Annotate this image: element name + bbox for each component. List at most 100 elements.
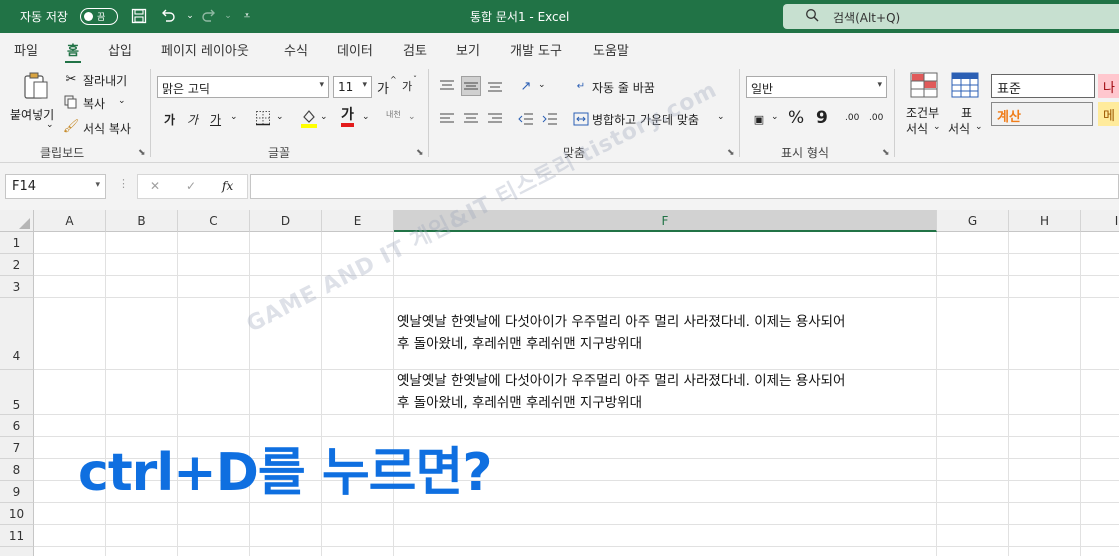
select-all-corner[interactable] (0, 210, 34, 232)
row-header-3[interactable]: 3 (0, 276, 34, 298)
column-header-g[interactable]: G (937, 210, 1009, 232)
copy-dropdown-icon[interactable]: ⌄ (118, 96, 126, 106)
align-right-icon[interactable] (485, 109, 505, 129)
align-left-icon[interactable] (437, 109, 457, 129)
italic-button[interactable]: 가 (187, 111, 198, 128)
phonetic-dropdown-icon[interactable]: ⌄ (408, 112, 416, 122)
insert-function-icon[interactable]: fx (222, 179, 233, 193)
underline-dropdown-icon[interactable]: ⌄ (230, 112, 238, 122)
redo-icon[interactable] (199, 6, 219, 26)
merge-dropdown-icon[interactable]: ⌄ (717, 112, 725, 122)
customize-toolbar-icon[interactable]: ⩡ (237, 6, 257, 26)
cut-label[interactable]: 잘라내기 (83, 72, 127, 89)
row-header-8[interactable]: 8 (0, 459, 34, 481)
increase-indent-icon[interactable] (540, 109, 560, 129)
tab-data[interactable]: 데이터 (337, 40, 373, 59)
column-header-a[interactable]: A (34, 210, 106, 232)
row-header-7[interactable]: 7 (0, 437, 34, 459)
font-color-button[interactable]: 가 (341, 107, 354, 127)
tab-view[interactable]: 보기 (456, 40, 480, 59)
undo-icon[interactable] (158, 6, 178, 26)
fill-color-dropdown-icon[interactable]: ⌄ (320, 112, 328, 122)
grow-font-button[interactable]: 가 (377, 78, 389, 97)
format-painter-label[interactable]: 서식 복사 (83, 120, 131, 137)
cell-f4[interactable]: 옛날옛날 한옛날에 다섯아이가 우주멀리 아주 멀리 사라졌다네. 이제는 용사… (397, 311, 937, 355)
conditional-format-label-2[interactable]: 서식 (906, 120, 928, 137)
conditional-format-label-1[interactable]: 조건부 (906, 104, 939, 121)
tab-page-layout[interactable]: 페이지 레이아웃 (161, 40, 249, 59)
align-middle-icon[interactable] (461, 76, 481, 96)
font-size-select[interactable]: 11 ▾ (333, 76, 372, 98)
enter-icon[interactable]: ✓ (186, 179, 196, 193)
formula-input[interactable] (250, 174, 1119, 199)
tab-insert[interactable]: 삽입 (108, 40, 132, 59)
accounting-dropdown-icon[interactable]: ⌄ (771, 112, 779, 122)
paste-dropdown-icon[interactable]: ⌄ (46, 120, 54, 130)
style-calculation[interactable]: 계산 (991, 102, 1093, 126)
column-header-c[interactable]: C (178, 210, 250, 232)
align-bottom-icon[interactable] (485, 76, 505, 96)
tab-review[interactable]: 검토 (403, 40, 427, 59)
cell-f5[interactable]: 옛날옛날 한옛날에 다섯아이가 우주멀리 아주 멀리 사라졌다네. 이제는 용사… (397, 370, 937, 414)
comma-button[interactable]: 9 (816, 108, 828, 128)
font-color-dropdown-icon[interactable]: ⌄ (362, 112, 370, 122)
wrap-text-icon[interactable]: ↵ (571, 76, 591, 96)
tab-developer[interactable]: 개발 도구 (510, 40, 562, 59)
format-painter-icon[interactable]: 🖌 (63, 118, 80, 134)
autosave-toggle[interactable]: 끔 (80, 8, 118, 25)
row-header-5[interactable]: 5 (0, 370, 34, 415)
redo-dropdown-icon[interactable]: ⌄ (218, 6, 238, 26)
align-center-icon[interactable] (461, 109, 481, 129)
style-normal[interactable]: 표준 (991, 74, 1095, 98)
column-header-i[interactable]: I (1081, 210, 1119, 232)
conditional-dropdown-icon[interactable]: ⌄ (933, 122, 941, 132)
decrease-decimal-button[interactable]: .00 (869, 113, 883, 123)
tab-home[interactable]: 홈 (65, 40, 81, 64)
borders-dropdown-icon[interactable]: ⌄ (276, 112, 284, 122)
row-header-12[interactable] (0, 547, 34, 556)
wrap-text-button[interactable]: 자동 줄 바꿈 (592, 79, 655, 96)
search-box[interactable]: 검색(Alt+Q) (783, 4, 1119, 29)
percent-button[interactable]: % (788, 108, 804, 128)
format-as-table-label-2[interactable]: 서식 (948, 120, 970, 137)
tab-file[interactable]: 파일 (14, 40, 38, 59)
number-format-select[interactable]: 일반 ▾ (746, 76, 887, 98)
font-name-select[interactable]: 맑은 고딕 ▾ (157, 76, 329, 98)
row-header-9[interactable]: 9 (0, 481, 34, 503)
bold-button[interactable]: 가 (164, 111, 175, 128)
fill-color-icon[interactable] (300, 108, 318, 128)
undo-dropdown-icon[interactable]: ⌄ (180, 6, 200, 26)
shrink-font-button[interactable]: 가 (402, 78, 412, 94)
merge-center-icon[interactable] (571, 109, 591, 129)
increase-decimal-button[interactable]: .00 (845, 113, 859, 123)
row-header-4[interactable]: 4 (0, 298, 34, 370)
row-header-1[interactable]: 1 (0, 232, 34, 254)
format-as-table-icon[interactable] (951, 71, 979, 99)
font-launcher-icon[interactable]: ⬊ (416, 148, 424, 158)
cut-icon[interactable]: ✂ (63, 71, 79, 87)
column-header-b[interactable]: B (106, 210, 178, 232)
style-bad[interactable]: 나 (1098, 74, 1119, 98)
row-header-10[interactable]: 10 (0, 503, 34, 525)
column-header-h[interactable]: H (1009, 210, 1081, 232)
copy-label[interactable]: 복사 (83, 95, 105, 112)
copy-icon[interactable] (63, 94, 79, 110)
conditional-format-icon[interactable] (910, 71, 938, 99)
style-neutral[interactable]: 메 (1098, 102, 1119, 126)
underline-button[interactable]: 가 (210, 111, 221, 128)
column-header-e[interactable]: E (322, 210, 394, 232)
name-box[interactable]: F14 ▾ (5, 174, 106, 199)
table-dropdown-icon[interactable]: ⌄ (975, 122, 983, 132)
align-top-icon[interactable] (437, 76, 457, 96)
accounting-format-icon[interactable]: ▣ (749, 109, 769, 129)
tab-help[interactable]: 도움말 (593, 40, 629, 59)
row-header-2[interactable]: 2 (0, 254, 34, 276)
column-header-d[interactable]: D (250, 210, 322, 232)
cancel-icon[interactable]: ✕ (150, 179, 160, 193)
save-icon[interactable] (129, 6, 149, 26)
row-header-11[interactable]: 11 (0, 525, 34, 547)
paste-icon[interactable] (22, 71, 50, 101)
clipboard-launcher-icon[interactable]: ⬊ (138, 148, 146, 158)
borders-icon[interactable] (254, 109, 272, 127)
tab-formulas[interactable]: 수식 (284, 40, 308, 59)
